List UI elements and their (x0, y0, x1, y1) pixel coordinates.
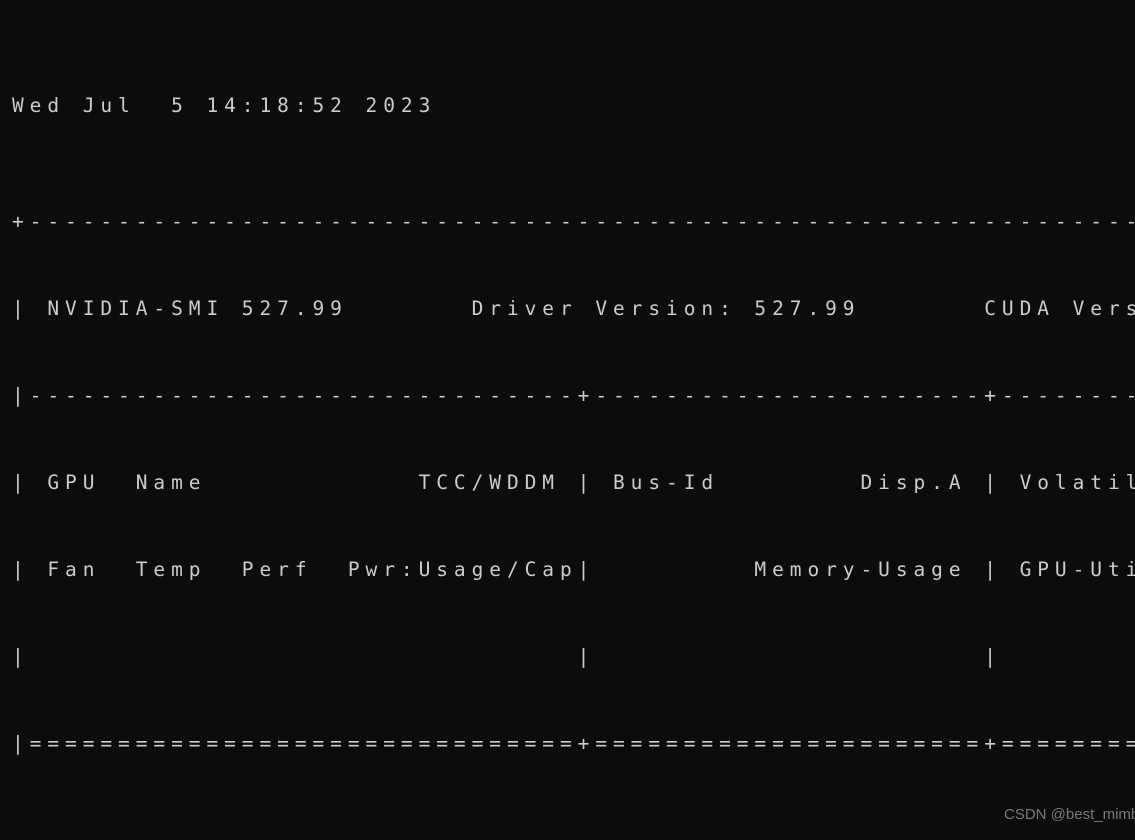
smi-border-top: +---------------------------------------… (12, 210, 1135, 233)
smi-columns-rule: |===============================+=======… (12, 732, 1135, 755)
smi-title-line: | NVIDIA-SMI 527.99 Driver Version: 527.… (12, 297, 1135, 320)
smi-columns-line-1: | GPU Name TCC/WDDM | Bus-Id Disp.A | Vo… (12, 471, 1135, 494)
timestamp-line: Wed Jul 5 14:18:52 2023 (12, 94, 437, 117)
smi-separator: |-------------------------------+-------… (12, 384, 1135, 407)
terminal-screen-buffer: Wed Jul 5 14:18:52 2023 +---------------… (12, 4, 1135, 840)
smi-columns-line-3: | | | MIG M. | (12, 645, 1002, 668)
terminal-window[interactable]: Wed Jul 5 14:18:52 2023 +---------------… (0, 0, 1135, 840)
smi-columns-line-2: | Fan Temp Perf Pwr:Usage/Cap| Memory-Us… (12, 558, 1135, 581)
